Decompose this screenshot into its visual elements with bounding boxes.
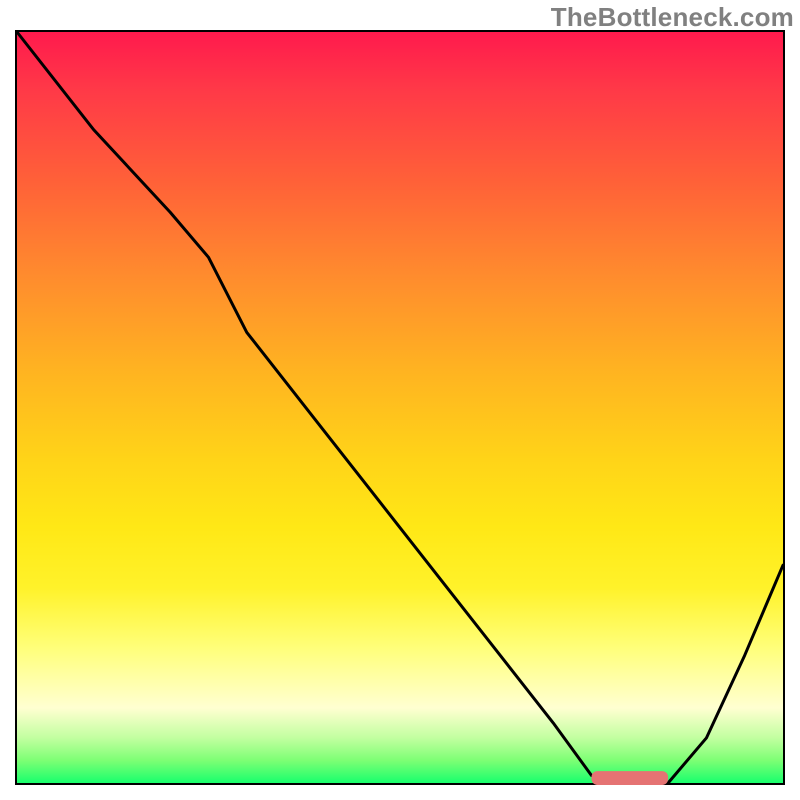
minimum-marker bbox=[592, 771, 669, 785]
chart-frame: TheBottleneck.com bbox=[0, 0, 800, 800]
series-line bbox=[17, 32, 783, 783]
chart-svg bbox=[17, 32, 783, 783]
plot-area bbox=[15, 30, 785, 785]
watermark-text: TheBottleneck.com bbox=[551, 2, 794, 33]
